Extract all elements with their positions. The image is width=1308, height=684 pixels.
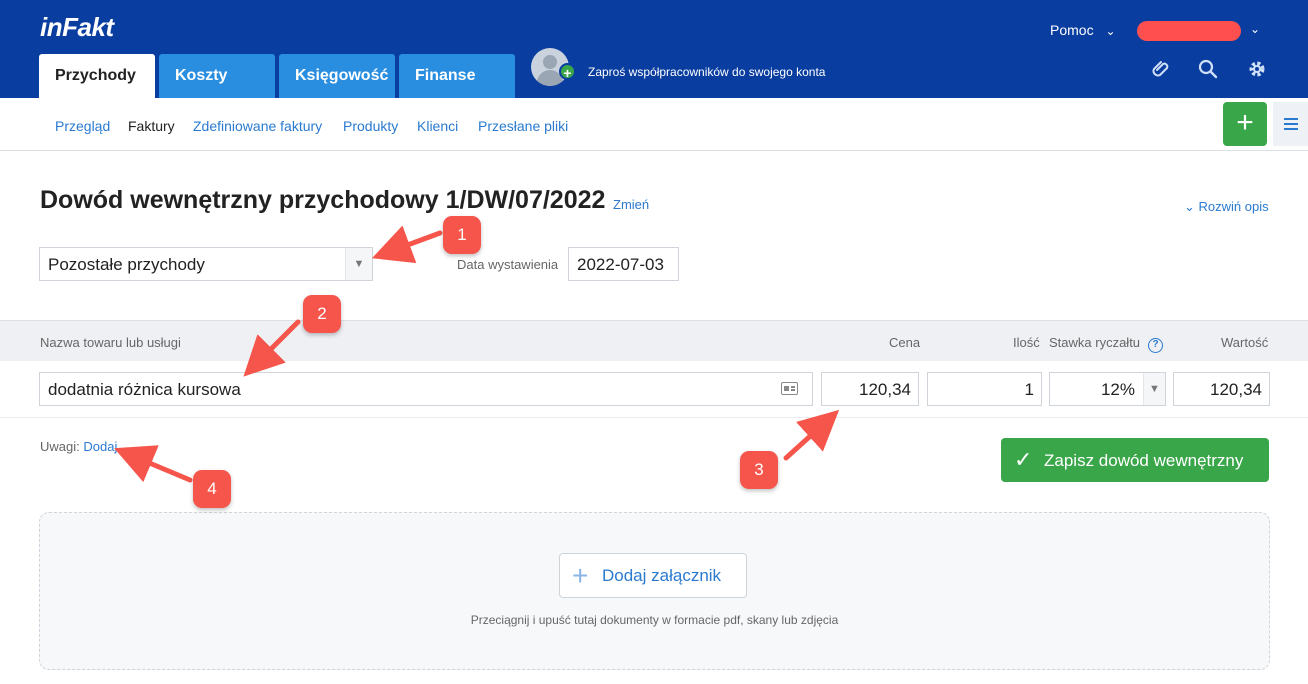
annotation-badge-1: 1 <box>443 216 481 254</box>
chevron-down-icon: ⌄ <box>1105 24 1116 38</box>
column-price-header: Cena <box>889 335 921 350</box>
add-notes-link[interactable]: Dodaj <box>83 439 117 454</box>
menu-icon[interactable] <box>1273 102 1308 146</box>
tab-przychody[interactable]: Przychody <box>39 54 155 98</box>
annotation-badge-4: 4 <box>193 470 231 508</box>
annotation-arrow-3 <box>783 409 840 461</box>
chevron-down-icon: ▼ <box>1143 373 1165 405</box>
chevron-down-icon[interactable]: ⌄ <box>1250 22 1260 36</box>
rate-header-label: Stawka ryczałtu <box>1049 335 1141 350</box>
check-icon: ✓ <box>1014 447 1033 472</box>
category-value: Pozostałe przychody <box>48 255 205 274</box>
help-label: Pomoc <box>1050 22 1094 38</box>
annotation-arrow-4 <box>114 445 193 483</box>
sub-navigation: Przegląd Faktury Zdefiniowane faktury Pr… <box>0 98 1308 151</box>
dropzone-hint: Przeciągnij i upuść tutaj dokumenty w fo… <box>470 613 839 627</box>
subnav-przeslane-pliki[interactable]: Przesłane pliki <box>478 118 568 134</box>
income-category-select[interactable]: Pozostałe przychody ▼ <box>39 247 373 281</box>
chevron-down-icon: ▼ <box>345 248 372 280</box>
add-attachment-button[interactable]: + Dodaj załącznik <box>559 553 747 598</box>
add-new-button[interactable]: + <box>1223 102 1267 146</box>
annotation-badge-3: 3 <box>740 451 778 489</box>
issue-date-input[interactable]: 2022-07-03 <box>568 247 679 281</box>
notes-section: Uwagi: Dodaj <box>40 439 117 454</box>
item-name-input[interactable]: dodatnia różnica kursowa <box>39 372 813 406</box>
help-icon[interactable]: ? <box>1148 338 1164 353</box>
plus-icon: + <box>559 63 576 81</box>
plus-icon: + <box>572 560 589 591</box>
save-document-button[interactable]: ✓ Zapisz dowód wewnętrzny <box>1001 438 1269 482</box>
annotation-arrow-1 <box>371 225 443 264</box>
invite-coworkers-link[interactable]: Zaproś współpracowników do swojego konta <box>588 65 825 79</box>
items-table-header: Nazwa towaru lub usługi Cena Ilość Stawk… <box>0 320 1308 361</box>
issue-date-label: Data wystawienia <box>457 257 559 272</box>
item-value-input[interactable]: 120,34 <box>1173 372 1270 406</box>
attachment-dropzone[interactable]: + Dodaj załącznik Przeciągnij i upuść tu… <box>39 512 1270 670</box>
tab-finanse[interactable]: Finanse <box>399 54 515 98</box>
item-rate-value: 12% <box>1100 380 1135 399</box>
help-menu[interactable]: Pomoc ⌄ <box>1050 22 1116 38</box>
annotation-badge-2: 2 <box>303 295 341 333</box>
expand-description-label: Rozwiń opis <box>1198 199 1269 214</box>
item-quantity-input[interactable]: 1 <box>927 372 1042 406</box>
item-price-input[interactable]: 120,34 <box>821 372 919 406</box>
column-quantity-header: Ilość <box>1013 335 1040 350</box>
gear-icon[interactable] <box>1246 58 1268 80</box>
item-rate-select[interactable]: 12% ▼ <box>1049 372 1166 406</box>
tab-ksiegowosc[interactable]: Księgowość <box>279 54 395 98</box>
row-divider <box>0 417 1308 418</box>
user-account-redacted[interactable] <box>1137 21 1241 41</box>
page-title: Dowód wewnętrzny przychodowy 1/DW/07/202… <box>40 186 606 214</box>
contact-card-icon[interactable] <box>781 382 798 395</box>
change-document-type-link[interactable]: Zmień <box>613 197 649 212</box>
column-value-header: Wartość <box>1221 335 1269 350</box>
subnav-faktury[interactable]: Faktury <box>128 118 175 134</box>
subnav-przeglad[interactable]: Przegląd <box>55 118 110 134</box>
paperclip-icon[interactable] <box>1150 58 1172 80</box>
item-name-value: dodatnia różnica kursowa <box>48 380 241 399</box>
app-logo[interactable]: inFakt <box>40 12 114 43</box>
column-rate-header: Stawka ryczałtu? <box>1049 335 1164 353</box>
tab-koszty[interactable]: Koszty <box>159 54 275 98</box>
add-attachment-label: Dodaj załącznik <box>602 566 722 585</box>
top-header: inFakt Pomoc ⌄ ⌄ Przychody Koszty Księgo… <box>0 0 1308 98</box>
subnav-klienci[interactable]: Klienci <box>417 118 458 134</box>
search-icon[interactable] <box>1197 58 1219 80</box>
column-name-header: Nazwa towaru lub usługi <box>40 335 181 350</box>
expand-description-link[interactable]: ⌄ Rozwiń opis <box>1184 199 1269 215</box>
notes-label: Uwagi: <box>40 439 80 454</box>
subnav-zdefiniowane-faktury[interactable]: Zdefiniowane faktury <box>193 118 322 134</box>
chevron-down-icon: ⌄ <box>1184 199 1195 214</box>
save-button-label: Zapisz dowód wewnętrzny <box>1044 451 1244 470</box>
subnav-produkty[interactable]: Produkty <box>343 118 398 134</box>
